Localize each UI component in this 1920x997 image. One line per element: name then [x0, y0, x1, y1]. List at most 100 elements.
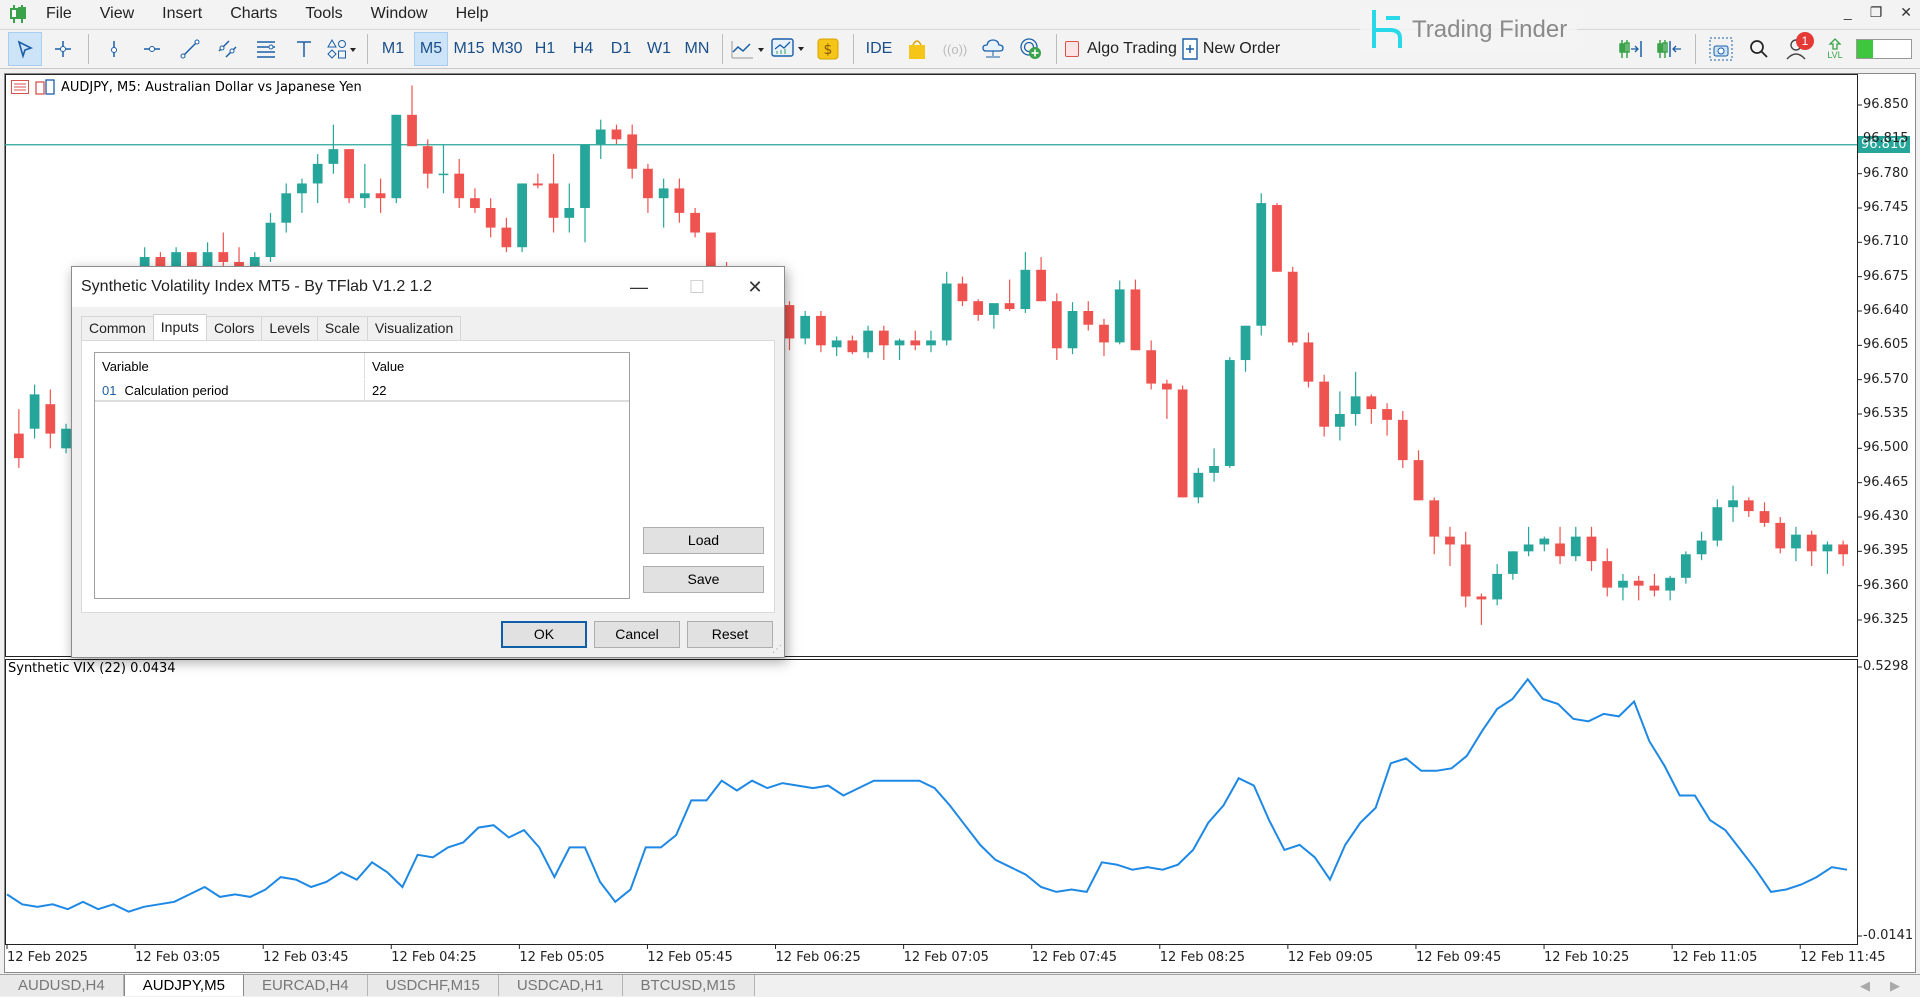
symbol-tab-usdchf-m15[interactable]: USDCHF,M15 [367, 975, 499, 996]
time-tick-label: 12 Feb 09:45 [1415, 950, 1502, 965]
load-button[interactable]: Load [643, 527, 764, 554]
cancel-button[interactable]: Cancel [594, 621, 680, 648]
close-button[interactable]: ✕ [1900, 4, 1912, 21]
candle-bull [29, 394, 40, 429]
tab-scroll-left-icon[interactable]: ◀ [1860, 975, 1870, 997]
trading-finder-logo-icon [1372, 10, 1402, 48]
dialog-minimize-button[interactable]: — [610, 267, 668, 307]
candle-bear [910, 340, 921, 346]
menu-file[interactable]: File [32, 5, 86, 23]
level-button[interactable]: LVL [1818, 32, 1852, 66]
trend-line-icon [180, 39, 200, 59]
timeframe-h4[interactable]: H4 [566, 32, 600, 66]
candle-bear [1036, 269, 1046, 302]
channel-button[interactable] [211, 32, 245, 66]
price-tick-label: 96.710 [1863, 234, 1909, 250]
candle-bull [1224, 360, 1235, 466]
menu-view[interactable]: View [86, 5, 148, 23]
timeframe-m30[interactable]: M30 [490, 32, 524, 66]
shapes-button[interactable] [325, 32, 359, 66]
dialog-tab-levels[interactable]: Levels [261, 316, 318, 340]
candle-bear [1177, 389, 1188, 498]
chart-properties-icon[interactable] [35, 79, 55, 95]
dialog-tab-common[interactable]: Common [81, 316, 154, 340]
cursor-button[interactable] [8, 32, 42, 66]
horizontal-line-button[interactable] [135, 32, 169, 66]
dialog-tab-scale[interactable]: Scale [316, 316, 368, 340]
resize-grip[interactable]: ⋰ [772, 644, 782, 655]
ok-button[interactable]: OK [501, 621, 587, 648]
vertical-line-button[interactable] [97, 32, 131, 66]
indicators-button[interactable] [771, 32, 807, 66]
candle-bull [1114, 289, 1125, 343]
symbol-tab-audusd-h4[interactable]: AUDUSD,H4 [0, 975, 124, 996]
timeframe-h1[interactable]: H1 [528, 32, 562, 66]
vix-line [6, 677, 1848, 913]
candle-bull [1570, 536, 1581, 557]
candle-bull [1193, 472, 1204, 498]
shop-button[interactable] [900, 32, 934, 66]
tab-scroll-right-icon[interactable]: ▶ [1890, 975, 1900, 997]
candle-bear [1633, 580, 1644, 586]
input-row[interactable]: 01 Calculation period 22 [95, 380, 629, 402]
shapes-icon [327, 38, 356, 59]
menu-window[interactable]: Window [357, 5, 442, 23]
candle-bull [1240, 325, 1251, 361]
timeframe-w1[interactable]: W1 [642, 32, 676, 66]
symbol-tab-btcusd-m15[interactable]: BTCUSD,M15 [622, 975, 755, 996]
timeframe-m1[interactable]: M1 [376, 32, 410, 66]
chart-shift-button[interactable] [1653, 32, 1687, 66]
search-button[interactable] [1742, 32, 1776, 66]
save-button[interactable]: Save [643, 566, 764, 593]
timeframe-m5[interactable]: M5 [414, 32, 448, 66]
symbol-tab-eurcad-h4[interactable]: EURCAD,H4 [243, 975, 368, 996]
new-order-button[interactable]: New Order [1181, 32, 1284, 66]
ide-button[interactable]: IDE [862, 32, 896, 66]
dialog-close-button[interactable]: ✕ [726, 267, 784, 307]
vps-cloud-button[interactable] [976, 32, 1010, 66]
reset-button[interactable]: Reset [687, 621, 773, 648]
toolbar: M1 M5 M15 M30 H1 H4 D1 W1 MN $ IDE ((o))… [0, 29, 1920, 69]
minimize-button[interactable]: _ [1844, 4, 1852, 21]
menu-help[interactable]: Help [442, 5, 503, 23]
fibonacci-button[interactable] [249, 32, 283, 66]
market-button[interactable]: $ [811, 32, 845, 66]
symbol-tab-audjpy-m5[interactable]: AUDJPY,M5 [123, 975, 244, 996]
timeframe-m15[interactable]: M15 [452, 32, 486, 66]
trend-line-button[interactable] [173, 32, 207, 66]
chart-list-icon[interactable] [11, 80, 29, 94]
channel-icon [218, 40, 237, 58]
connect-button[interactable] [1014, 32, 1048, 66]
menu-insert[interactable]: Insert [148, 5, 216, 23]
candle-bear [1649, 585, 1660, 591]
candle-bull [1350, 396, 1361, 414]
chart-symbol-label: AUDJPY, M5: Australian Dollar vs Japanes… [61, 79, 362, 95]
menu-tools[interactable]: Tools [291, 5, 356, 23]
timeframe-mn[interactable]: MN [680, 32, 714, 66]
algo-trading-button[interactable]: Algo Trading [1065, 32, 1177, 66]
crosshair-button[interactable] [46, 32, 80, 66]
candle-bull [1492, 573, 1503, 600]
timeframe-d1[interactable]: D1 [604, 32, 638, 66]
candle-bear [690, 212, 700, 233]
menu-charts[interactable]: Charts [216, 5, 291, 23]
dialog-tab-visualization[interactable]: Visualization [366, 316, 462, 340]
chart-type-button[interactable] [731, 32, 767, 66]
price-tick-label: 96.780 [1863, 165, 1909, 181]
price-tick-label: 96.675 [1863, 268, 1909, 284]
restore-button[interactable]: ❐ [1870, 4, 1883, 21]
symbol-tab-usdcad-h1[interactable]: USDCAD,H1 [498, 975, 623, 996]
dialog-tab-colors[interactable]: Colors [205, 316, 263, 340]
price-tick-label: 96.535 [1863, 406, 1909, 421]
candle-bear [1602, 561, 1613, 588]
screenshot-button[interactable] [1704, 32, 1738, 66]
input-value-field[interactable]: 22 [365, 380, 629, 400]
candle-bear [1130, 289, 1141, 351]
level-label: LVL [1827, 50, 1843, 60]
dialog-tab-inputs[interactable]: Inputs [152, 314, 207, 340]
autoscroll-button[interactable] [1615, 32, 1649, 66]
text-button[interactable] [287, 32, 321, 66]
account-button[interactable]: 1 [1780, 32, 1814, 66]
dialog-maximize-button[interactable]: ☐ [668, 267, 726, 307]
signals-button[interactable]: ((o)) [938, 32, 972, 66]
